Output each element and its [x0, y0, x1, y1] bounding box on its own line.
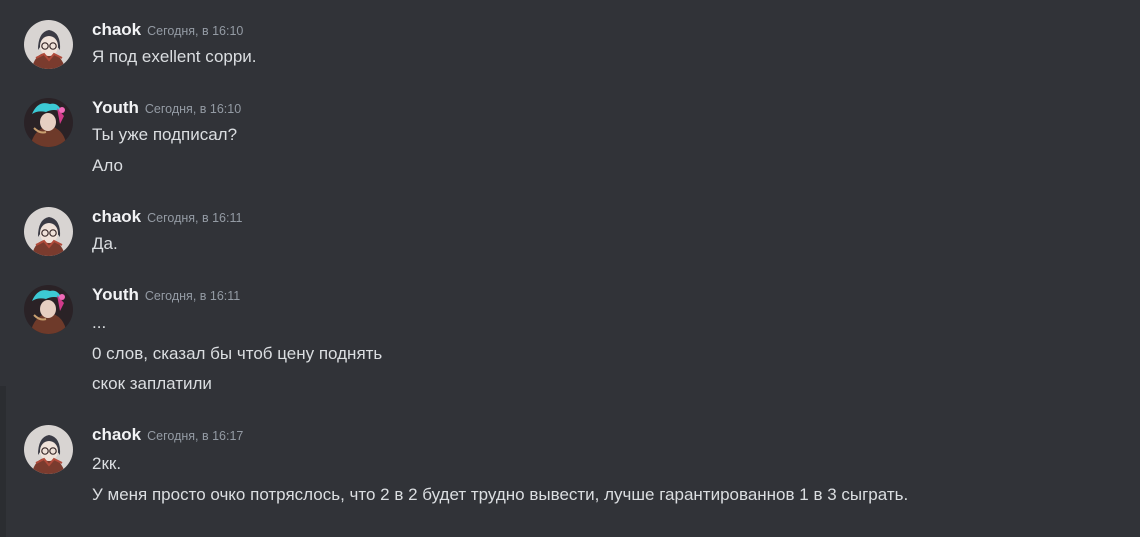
youth-avatar-icon[interactable] — [24, 98, 73, 147]
message-header: Youth Сегодня, в 16:11 — [92, 285, 240, 307]
youth-avatar-icon[interactable] — [24, 285, 73, 334]
timestamp[interactable]: Сегодня, в 16:10 — [145, 102, 241, 116]
timestamp[interactable]: Сегодня, в 16:10 — [147, 24, 243, 38]
timestamp[interactable]: Сегодня, в 16:17 — [147, 429, 243, 443]
chaok-avatar-icon[interactable] — [24, 20, 73, 69]
message-header: chaok Сегодня, в 16:17 — [92, 425, 243, 447]
message-text: 0 слов, сказал бы чтоб цену поднять — [92, 344, 383, 363]
message-header: chaok Сегодня, в 16:11 — [92, 207, 242, 229]
chaok-avatar-icon[interactable] — [24, 207, 73, 256]
message-header: chaok Сегодня, в 16:10 — [92, 20, 243, 42]
message-text: Ты уже подписал? — [92, 125, 238, 144]
message-header: Youth Сегодня, в 16:10 — [92, 98, 241, 120]
message-text: скок заплатили — [92, 374, 212, 393]
username[interactable]: chaok — [92, 207, 141, 226]
message-text: Я под exellent сорри. — [92, 47, 257, 66]
chaok-avatar-icon[interactable] — [24, 425, 73, 474]
chat-messages: chaok Сегодня, в 16:10 Я под exellent сор… — [0, 0, 1140, 537]
username[interactable]: Youth — [92, 285, 139, 304]
timestamp[interactable]: Сегодня, в 16:11 — [147, 211, 242, 225]
message-text: Ало — [92, 156, 123, 175]
message-text: Да. — [92, 234, 118, 253]
message-text: ... — [92, 313, 107, 332]
username[interactable]: chaok — [92, 425, 141, 444]
message-text: 2кк. — [92, 454, 122, 473]
username[interactable]: chaok — [92, 20, 141, 39]
message-text: У меня просто очко потряслось, что 2 в 2… — [92, 485, 909, 504]
username[interactable]: Youth — [92, 98, 139, 117]
timestamp[interactable]: Сегодня, в 16:11 — [145, 289, 240, 303]
